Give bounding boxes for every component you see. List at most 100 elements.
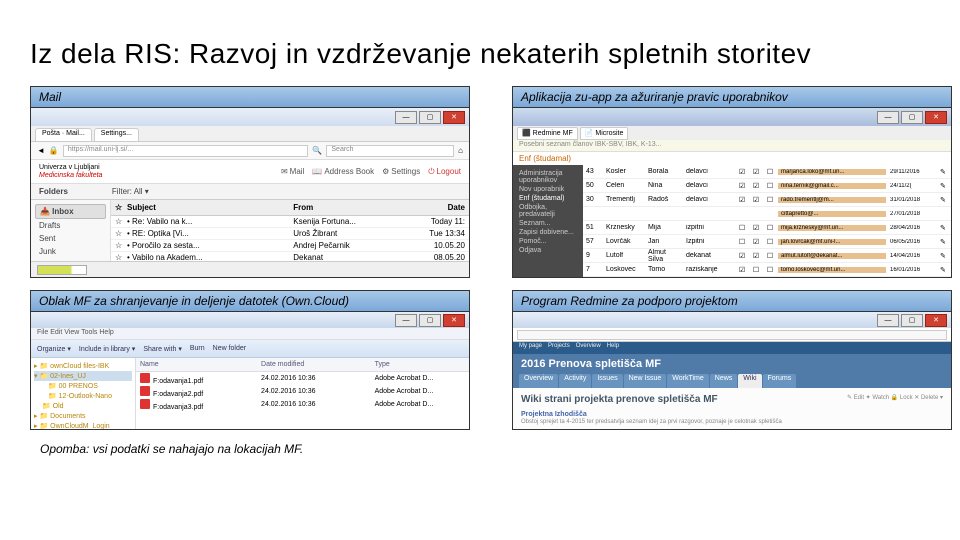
back-icon[interactable]: ◄ <box>37 146 45 155</box>
top-link[interactable]: Help <box>607 343 619 353</box>
tab-newissue[interactable]: New Issue <box>624 374 667 388</box>
folder-junk[interactable]: Junk <box>35 245 106 258</box>
tree-node[interactable]: ▸ 📁 OwnCloudM_Login <box>34 421 132 429</box>
folder-inbox[interactable]: 📥 Inbox <box>35 204 106 219</box>
browser-tab-1[interactable]: Pošta · Mail... <box>35 128 92 141</box>
checkbox[interactable]: ☑ <box>735 182 749 190</box>
wiki-actions[interactable]: ✎ Edit ✦ Watch 🔒 Lock ✕ Delete ▾ <box>847 394 943 401</box>
checkbox[interactable]: ☑ <box>749 224 763 232</box>
checkbox[interactable]: ☑ <box>749 196 763 204</box>
col-type[interactable]: Type <box>371 361 469 368</box>
col-subject[interactable]: Subject <box>123 202 289 213</box>
col-name[interactable]: Name <box>136 361 257 368</box>
file-row[interactable]: F:odavanja3.pdf24.02.2016 10:36Adobe Acr… <box>136 398 469 411</box>
minimize-button[interactable]: — <box>877 111 899 124</box>
tool-include[interactable]: Include in library ▾ <box>79 345 135 353</box>
tab-microsite[interactable]: 📄 Microsite <box>580 127 629 140</box>
top-link[interactable]: Projects <box>548 343 570 353</box>
tab-redmine[interactable]: ⬛ Redmine MF <box>517 127 578 140</box>
checkbox[interactable]: ☐ <box>763 182 777 190</box>
table-row[interactable]: 30TrementljRadošdelavci☑☑☐rado.trementlj… <box>583 193 951 207</box>
checkbox[interactable]: ☐ <box>763 224 777 232</box>
top-link[interactable]: My page <box>519 343 542 353</box>
close-button[interactable]: ✕ <box>925 314 947 327</box>
nav-settings[interactable]: ⚙Settings <box>382 167 420 177</box>
tool-burn[interactable]: Burn <box>190 345 205 352</box>
search-input[interactable]: Search <box>326 145 454 157</box>
checkbox[interactable]: ☑ <box>749 238 763 246</box>
minimize-button[interactable]: — <box>395 111 417 124</box>
mail-row[interactable]: ☆• RE: Optika [Vi...Uroš ŽibrantTue 13:3… <box>111 228 469 240</box>
checkbox[interactable]: ☐ <box>763 238 777 246</box>
edit-icon[interactable]: ✎ <box>937 182 951 190</box>
checkbox[interactable]: ☐ <box>763 196 777 204</box>
app-menu[interactable]: File Edit View Tools Help <box>31 328 469 340</box>
tree-node[interactable]: 📁 00 PRENOS <box>34 381 132 391</box>
tab-activity[interactable]: Activity <box>559 374 591 388</box>
col-star[interactable]: ☆ <box>111 202 123 213</box>
edit-icon[interactable]: ✎ <box>937 266 951 274</box>
maximize-button[interactable]: ▢ <box>419 314 441 327</box>
checkbox[interactable]: ☐ <box>735 238 749 246</box>
sidebar-item[interactable]: Administracija uporabnikov <box>517 169 579 185</box>
close-button[interactable]: ✕ <box>443 111 465 124</box>
url-input[interactable]: https://mail.uni-lj.si/... <box>63 145 309 157</box>
checkbox[interactable]: ☑ <box>735 168 749 176</box>
edit-icon[interactable]: ✎ <box>937 196 951 204</box>
checkbox[interactable]: ☐ <box>749 266 763 274</box>
tool-share[interactable]: Share with ▾ <box>143 345 182 353</box>
tree-node[interactable]: 📁 12-Outlook-Nano <box>34 391 132 401</box>
col-date[interactable]: Date modified <box>257 361 371 368</box>
tool-organize[interactable]: Organize ▾ <box>37 345 71 353</box>
tree-node[interactable]: ▸ 📁 ownCloud files-IBK <box>34 361 132 371</box>
table-row[interactable]: 43KoslerBoraladelavci☑☑☐marjanca.loko@mf… <box>583 165 951 179</box>
edit-icon[interactable]: ✎ <box>937 252 951 260</box>
checkbox[interactable]: ☑ <box>735 266 749 274</box>
table-row[interactable]: 9LutolfAlmut Silvadekanat☑☑☐almut.lutolf… <box>583 249 951 263</box>
wiki-link[interactable]: Projektna Izhodišča <box>521 411 943 418</box>
sidebar-item[interactable]: Pomoč... <box>517 237 579 246</box>
folder-sent[interactable]: Sent <box>35 232 106 245</box>
tab-forums[interactable]: Forums <box>763 374 797 388</box>
close-button[interactable]: ✕ <box>443 314 465 327</box>
close-button[interactable]: ✕ <box>925 111 947 124</box>
col-date[interactable]: Date <box>419 202 469 213</box>
sidebar-item[interactable]: Odbojka, predavatelji <box>517 203 579 219</box>
edit-icon[interactable]: ✎ <box>937 224 951 232</box>
minimize-button[interactable]: — <box>395 314 417 327</box>
checkbox[interactable]: ☐ <box>763 266 777 274</box>
tab-worktime[interactable]: WorkTime <box>667 374 709 388</box>
home-icon[interactable]: ⌂ <box>458 146 463 155</box>
minimize-button[interactable]: — <box>877 314 899 327</box>
checkbox[interactable]: ☑ <box>749 182 763 190</box>
file-row[interactable]: F:odavanja1.pdf24.02.2016 10:36Adobe Acr… <box>136 372 469 385</box>
tab-wiki[interactable]: Wiki <box>738 374 761 388</box>
table-row[interactable]: 57LovrčákJanIzpitni☐☑☐jan.lovrcak@mf.uni… <box>583 235 951 249</box>
checkbox[interactable]: ☑ <box>749 252 763 260</box>
top-link[interactable]: Overview <box>576 343 601 353</box>
maximize-button[interactable]: ▢ <box>901 111 923 124</box>
nav-logout[interactable]: ⏻Logout <box>428 167 461 177</box>
checkbox[interactable]: ☑ <box>735 196 749 204</box>
nav-mail[interactable]: ✉Mail <box>281 167 304 177</box>
edit-icon[interactable]: ✎ <box>937 168 951 176</box>
url-input[interactable] <box>517 330 947 340</box>
tab-overview[interactable]: Overview <box>519 374 558 388</box>
nav-addressbook[interactable]: 📖Address Book <box>312 167 374 177</box>
mail-row[interactable]: ☆• Poročilo za sesta...Andrej Pečarnik10… <box>111 240 469 252</box>
browser-tab-2[interactable]: Settings... <box>94 128 139 141</box>
file-row[interactable]: F:odavanja2.pdf24.02.2016 10:36Adobe Acr… <box>136 385 469 398</box>
checkbox[interactable]: ☑ <box>749 168 763 176</box>
tree-node[interactable]: 📁 Old <box>34 401 132 411</box>
table-row[interactable]: 7LoskovecTomoraziskanje☑☐☐tomo.loskovec@… <box>583 263 951 277</box>
tab-issues[interactable]: Issues <box>592 374 622 388</box>
sidebar-item[interactable]: Nov uporabnik <box>517 185 579 194</box>
table-row[interactable]: cittapretto@...27/01/2018 <box>583 207 951 221</box>
maximize-button[interactable]: ▢ <box>419 111 441 124</box>
edit-icon[interactable]: ✎ <box>937 238 951 246</box>
tree-node[interactable]: ▸ 📁 Documents <box>34 411 132 421</box>
maximize-button[interactable]: ▢ <box>901 314 923 327</box>
col-from[interactable]: From <box>289 202 419 213</box>
table-row[interactable]: 50ČelenNinadelavci☑☑☐nina.ternik@gmail.c… <box>583 179 951 193</box>
checkbox[interactable]: ☐ <box>763 252 777 260</box>
